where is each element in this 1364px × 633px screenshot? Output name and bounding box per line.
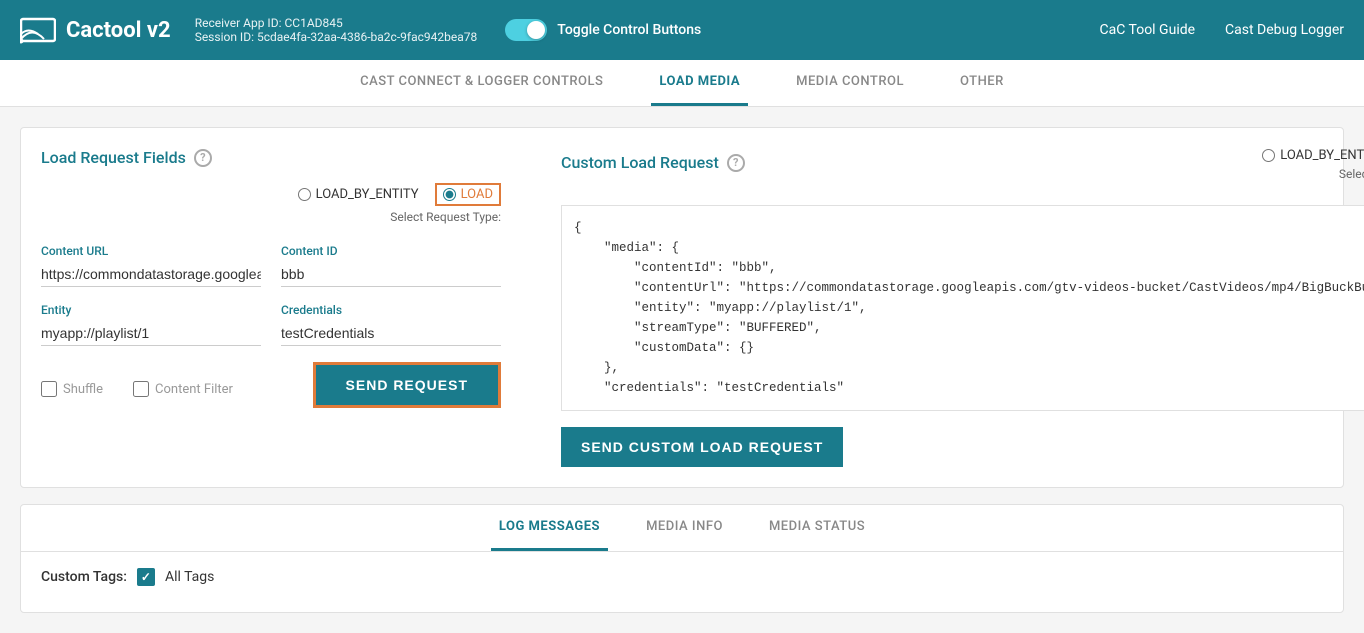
content-id-input[interactable] — [281, 262, 501, 287]
main-content: Load Request Fields ? LOAD_BY_ENTITY LOA… — [0, 107, 1364, 633]
custom-select-request-type-label: Select Request Type: — [1339, 167, 1364, 181]
tab-media-status[interactable]: MEDIA STATUS — [761, 505, 873, 551]
custom-request-type-radio-group: LOAD_BY_ENTITY LOAD — [1262, 148, 1364, 163]
tab-other[interactable]: OTHER — [952, 60, 1012, 106]
entity-field: Entity — [41, 303, 261, 346]
custom-load-title-text: Custom Load Request — [561, 153, 719, 172]
tab-media-info[interactable]: MEDIA INFO — [638, 505, 731, 551]
all-tags-label: All Tags — [165, 569, 214, 585]
cast-logo-icon — [20, 16, 56, 44]
custom-load-help-icon[interactable]: ? — [727, 154, 745, 172]
right-panel: Custom Load Request ? LOAD_BY_ENTITY LOA… — [561, 148, 1364, 467]
json-editor[interactable]: { "media": { "contentId": "bbb", "conten… — [561, 205, 1364, 411]
content-id-label: Content ID — [281, 244, 501, 258]
toggle-control-buttons[interactable] — [505, 19, 547, 41]
tab-cast-connect[interactable]: CAST CONNECT & LOGGER CONTROLS — [352, 60, 611, 106]
send-custom-load-request-button[interactable]: SEND CUSTOM LOAD REQUEST — [561, 427, 843, 467]
radio-load-by-entity[interactable]: LOAD_BY_ENTITY — [298, 187, 419, 202]
entity-label: Entity — [41, 303, 261, 317]
bottom-tabs: LOG MESSAGES MEDIA INFO MEDIA STATUS — [21, 505, 1343, 552]
custom-tags-row: Custom Tags: All Tags — [41, 568, 1323, 586]
credentials-input[interactable] — [281, 321, 501, 346]
content-url-field: Content URL — [41, 244, 261, 287]
cast-debug-logger-link[interactable]: Cast Debug Logger — [1225, 22, 1344, 38]
bottom-content: Custom Tags: All Tags — [21, 552, 1343, 612]
load-request-fields-title: Load Request Fields ? — [41, 148, 501, 167]
content-url-input[interactable] — [41, 262, 261, 287]
actions-row: Shuffle Content Filter SEND REQUEST — [41, 362, 501, 408]
radio-load[interactable]: LOAD — [435, 183, 501, 206]
toggle-section: Toggle Control Buttons — [505, 19, 701, 41]
credentials-label: Credentials — [281, 303, 501, 317]
logo-text: Cactool v2 — [66, 18, 171, 43]
send-request-button[interactable]: SEND REQUEST — [313, 362, 501, 408]
main-nav-tabs: CAST CONNECT & LOGGER CONTROLS LOAD MEDI… — [0, 60, 1364, 107]
checkboxes-row: Shuffle Content Filter — [41, 381, 233, 397]
header-info: Receiver App ID: CC1AD845 Session ID: 5c… — [195, 16, 478, 44]
entity-credentials-row: Entity Credentials — [41, 303, 501, 346]
entity-input[interactable] — [41, 321, 261, 346]
toggle-label: Toggle Control Buttons — [557, 22, 701, 38]
tab-media-control[interactable]: MEDIA CONTROL — [788, 60, 912, 106]
app-header: Cactool v2 Receiver App ID: CC1AD845 Ses… — [0, 0, 1364, 60]
custom-radio-load-by-entity[interactable]: LOAD_BY_ENTITY — [1262, 148, 1364, 163]
content-url-id-row: Content URL Content ID — [41, 244, 501, 287]
bottom-section: LOG MESSAGES MEDIA INFO MEDIA STATUS Cus… — [20, 504, 1344, 613]
cac-tool-guide-link[interactable]: CaC Tool Guide — [1100, 22, 1196, 38]
custom-load-header: Custom Load Request ? LOAD_BY_ENTITY LOA… — [561, 148, 1364, 193]
left-panel: Load Request Fields ? LOAD_BY_ENTITY LOA… — [41, 148, 501, 467]
custom-load-title: Custom Load Request ? — [561, 153, 745, 172]
receiver-app-id: Receiver App ID: CC1AD845 — [195, 16, 478, 30]
all-tags-checkbox[interactable] — [137, 568, 155, 586]
session-id: Session ID: 5cdae4fa-32aa-4386-ba2c-9fac… — [195, 30, 478, 44]
request-type-radio-group: LOAD_BY_ENTITY LOAD — [298, 183, 501, 206]
custom-tags-label: Custom Tags: — [41, 569, 127, 585]
shuffle-checkbox[interactable]: Shuffle — [41, 381, 103, 397]
select-request-type-label: Select Request Type: — [390, 210, 501, 224]
credentials-field: Credentials — [281, 303, 501, 346]
app-logo: Cactool v2 — [20, 16, 171, 44]
load-media-section: Load Request Fields ? LOAD_BY_ENTITY LOA… — [20, 127, 1344, 488]
content-id-field: Content ID — [281, 244, 501, 287]
content-filter-checkbox[interactable]: Content Filter — [133, 381, 233, 397]
content-url-label: Content URL — [41, 244, 261, 258]
header-links: CaC Tool Guide Cast Debug Logger — [1100, 22, 1345, 38]
tab-load-media[interactable]: LOAD MEDIA — [651, 60, 748, 106]
tab-log-messages[interactable]: LOG MESSAGES — [491, 505, 608, 551]
load-request-title-text: Load Request Fields — [41, 148, 186, 167]
help-icon[interactable]: ? — [194, 149, 212, 167]
